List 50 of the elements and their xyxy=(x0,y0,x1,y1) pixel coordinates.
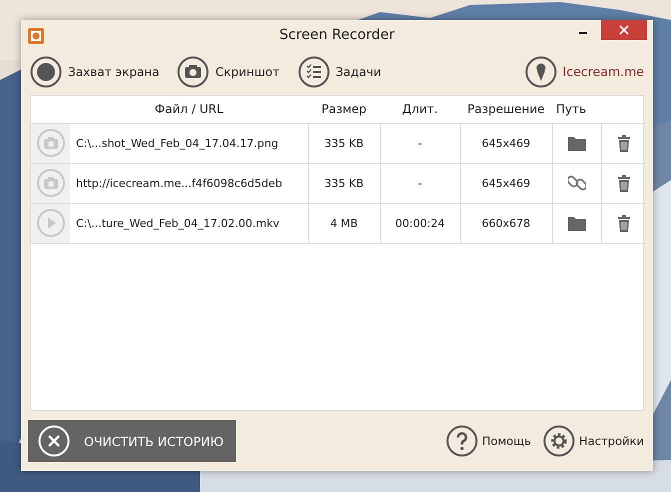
column-header: Длит. xyxy=(402,102,438,116)
folder-button[interactable] xyxy=(568,134,586,152)
toolbar-button[interactable]: Захват экрана xyxy=(30,56,160,88)
table-cell: 660x678 xyxy=(482,216,530,230)
file-name: C:\...shot_Wed_Feb_04_17.04.17.png xyxy=(76,136,278,150)
ice-cream-icon xyxy=(524,56,557,88)
brand-link[interactable]: Icecream.me xyxy=(524,56,644,88)
folder-icon xyxy=(568,134,586,152)
column-header: Путь xyxy=(556,102,586,116)
table-cell: 335 KB xyxy=(324,136,364,150)
clear-icon xyxy=(38,425,70,458)
camera-icon xyxy=(177,56,210,88)
table-cell: - xyxy=(418,176,422,190)
settings-icon xyxy=(543,425,576,458)
column-header: Разрешение xyxy=(467,102,545,116)
help-button[interactable]: Помощь xyxy=(446,425,532,458)
column-header: Файл / URL xyxy=(154,102,224,116)
toolbar-button[interactable]: Скриншот xyxy=(177,56,280,88)
checklist-icon xyxy=(298,56,330,88)
camera-icon xyxy=(36,129,64,158)
app-logo-icon xyxy=(28,28,44,44)
close-icon xyxy=(619,25,629,35)
help-icon xyxy=(446,425,478,458)
link-button[interactable] xyxy=(568,174,586,192)
file-name: http://icecream.me...f4f6098c6d5deb xyxy=(76,176,282,190)
clear-history-button[interactable]: ОЧИСТИТЬ ИСТОРИЮ xyxy=(28,420,236,462)
camera-icon xyxy=(36,169,64,198)
delete-button[interactable] xyxy=(616,174,631,192)
delete-button[interactable] xyxy=(616,134,631,152)
link-icon xyxy=(568,174,586,192)
trash-icon xyxy=(616,174,631,192)
file-name: C:\...ture_Wed_Feb_04_17.02.00.mkv xyxy=(76,216,280,230)
play-icon xyxy=(36,209,64,238)
table-cell: 335 KB xyxy=(324,176,364,190)
table-cell: 645x469 xyxy=(482,176,530,190)
folder-button[interactable] xyxy=(568,214,586,232)
table-cell: 645x469 xyxy=(482,136,530,150)
close-button[interactable] xyxy=(601,20,647,40)
table-cell: - xyxy=(418,136,422,150)
column-header: Размер xyxy=(321,102,367,116)
table-cell: 00:00:24 xyxy=(395,216,445,230)
toolbar-button[interactable]: Задачи xyxy=(298,56,382,88)
trash-icon xyxy=(616,214,631,232)
record-icon xyxy=(30,56,62,88)
settings-button[interactable]: Настройки xyxy=(543,425,644,458)
folder-icon xyxy=(568,214,586,232)
window-title: Screen Recorder xyxy=(278,27,396,43)
delete-button[interactable] xyxy=(616,214,631,232)
table-cell: 4 MB xyxy=(330,216,358,230)
trash-icon xyxy=(616,134,631,152)
